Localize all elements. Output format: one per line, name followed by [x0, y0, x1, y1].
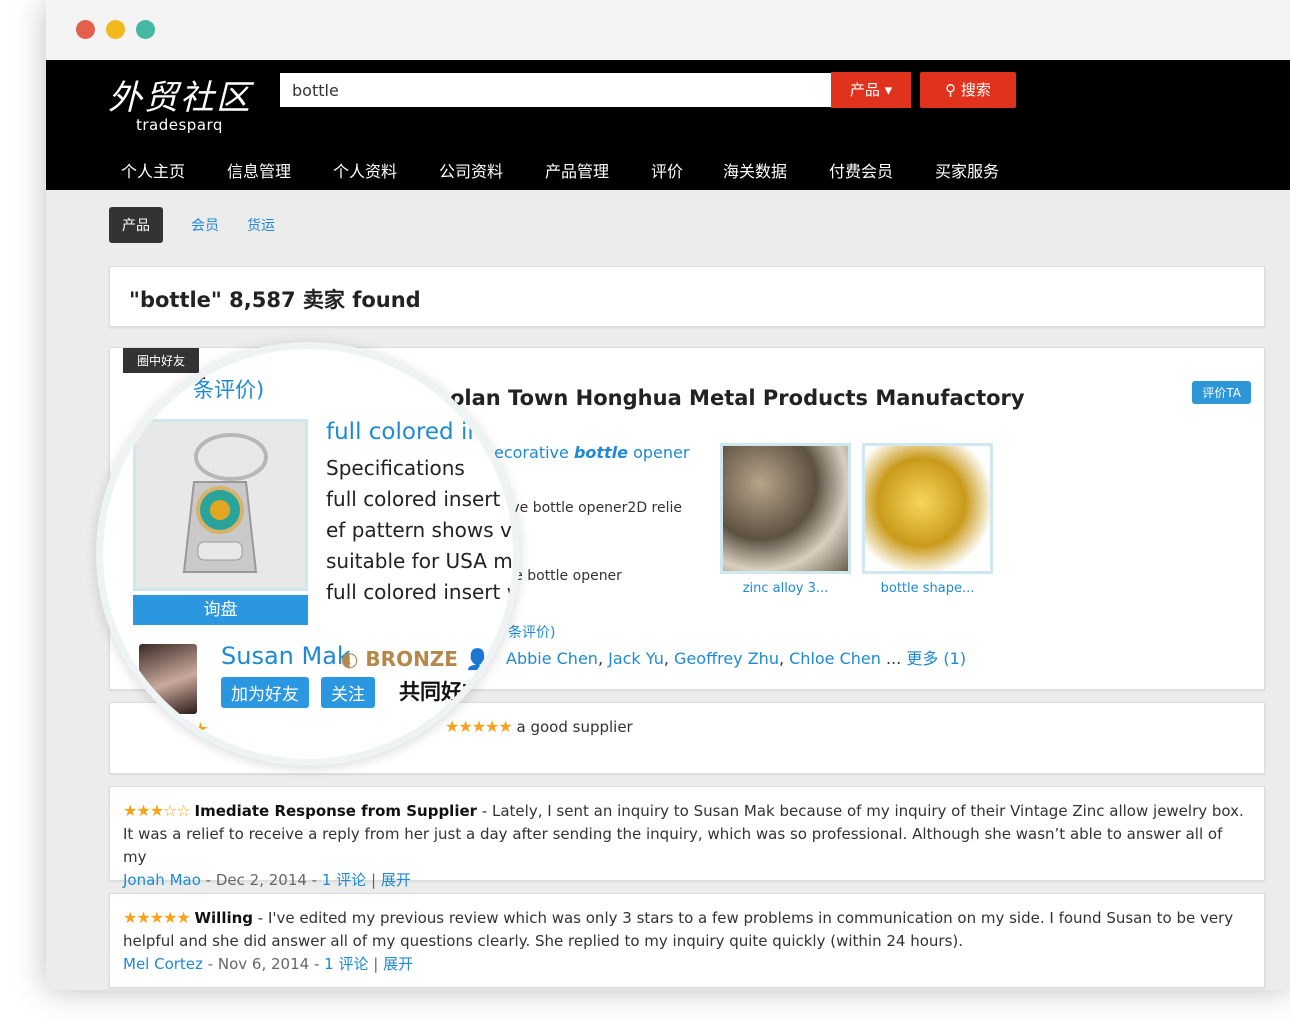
nav-item[interactable]: 产品管理 — [545, 158, 651, 182]
search-input[interactable] — [280, 73, 831, 107]
review-author[interactable]: Mel Cortez — [123, 955, 203, 973]
membership-label: BRONZE — [365, 647, 458, 671]
description-line: tive bottle opener2D relie — [502, 500, 683, 516]
tab-members[interactable]: 会员 — [191, 215, 219, 235]
seller-name[interactable]: Susan Mak — [221, 642, 351, 670]
result-count-title: "bottle" 8,587 卖家 found — [109, 266, 1265, 327]
nav-item[interactable]: 付费会员 — [829, 158, 935, 182]
logo-chinese: 外贸社区 — [108, 78, 252, 118]
maximize-window-icon[interactable] — [136, 20, 155, 39]
search-button-label: 搜索 — [960, 81, 991, 99]
logo-english: tradesparq — [136, 116, 223, 134]
rate-button[interactable]: 评价TA — [1192, 381, 1251, 404]
review-date: - Dec 2, 2014 - — [205, 871, 318, 889]
rating-stars: ★★★★★ — [128, 719, 209, 740]
minimize-window-icon[interactable] — [106, 20, 125, 39]
common-friends-list: Abbie Chen, Jack Yu, Geoffrey Zhu, Chloe… — [506, 649, 967, 668]
review-comments-link[interactable]: 1 评论 — [322, 871, 366, 889]
review-card: ★★★★★ Willing - I've edited my previous … — [109, 893, 1265, 988]
review-count[interactable]: 条评价) — [193, 374, 264, 404]
thumbnail-caption[interactable]: zinc alloy 3... — [720, 581, 851, 596]
window-chrome — [46, 0, 1290, 60]
magnifier-lens: 圈中好友 条评价) 询盘 full colored ins Specificat… — [96, 342, 520, 766]
product-link-suffix: opener — [628, 443, 690, 462]
more-friends-link[interactable]: 更多 (1) — [906, 649, 966, 668]
review-date: - Nov 6, 2014 - — [207, 955, 320, 973]
add-friend-button[interactable]: 加为好友 — [221, 677, 309, 708]
friend-count: 👤 2 — [465, 647, 509, 671]
product-link[interactable]: ecorative bottle opener — [494, 443, 689, 462]
product-thumbnail[interactable] — [862, 443, 993, 574]
friend-link[interactable]: Geoffrey Zhu — [674, 649, 779, 668]
review-body: - I've edited my previous review which w… — [123, 909, 1234, 950]
review-card: ★★★☆☆ Imediate Response from Supplier - … — [109, 786, 1265, 889]
review-text: ★★★☆☆ Imediate Response from Supplier - … — [123, 801, 1244, 889]
spec-line: full colored insert wi — [326, 580, 520, 604]
thumbnail-caption[interactable]: bottle shape... — [862, 581, 993, 596]
nav-item[interactable]: 信息管理 — [227, 158, 333, 182]
review-text: ★★★★★ Willing - I've edited my previous … — [123, 908, 1234, 973]
spec-line: suitable for USA mar — [326, 549, 520, 573]
review-comments-link[interactable]: 1 评论 — [324, 955, 368, 973]
membership-level: ◐ BRONZE — [341, 647, 458, 671]
nav-item[interactable]: 个人主页 — [121, 158, 227, 182]
tab-shipping[interactable]: 货运 — [247, 215, 275, 235]
search-button[interactable]: ⚲ 搜索 — [920, 72, 1016, 108]
common-friends-label: 共同好友 — [399, 680, 483, 704]
follow-button[interactable]: 关注 — [321, 677, 375, 708]
friend-link[interactable]: Chloe Chen — [789, 649, 881, 668]
friend-link[interactable]: Abbie Chen — [506, 649, 598, 668]
company-name[interactable]: olan Town Honghua Metal Products Manufac… — [450, 386, 1025, 410]
expand-link[interactable]: 展开 — [381, 871, 411, 889]
product-image[interactable] — [133, 419, 308, 591]
review-count[interactable]: 条评价) — [508, 622, 555, 642]
friend-link[interactable]: Jack Yu — [608, 649, 664, 668]
spec-line: Specifications — [326, 456, 465, 480]
tab-products[interactable]: 产品 — [109, 207, 163, 243]
bronze-medal-icon: ◐ — [341, 647, 359, 671]
nav-item[interactable]: 个人资料 — [333, 158, 439, 182]
review-author[interactable]: Jonah Mao — [123, 871, 201, 889]
nav-item[interactable]: 海关数据 — [723, 158, 829, 182]
product-thumbnail[interactable] — [720, 443, 851, 574]
nav-item[interactable]: 公司资料 — [439, 158, 545, 182]
nav-item[interactable]: 评价 — [651, 158, 723, 182]
expand-link[interactable]: 展开 — [383, 955, 413, 973]
search-icon: ⚲ — [945, 81, 957, 99]
inquiry-button[interactable]: 询盘 — [133, 595, 308, 625]
bottle-opener-icon — [136, 422, 305, 588]
close-window-icon[interactable] — [76, 20, 95, 39]
spec-line: full colored insert w — [326, 487, 520, 511]
review-title: Imediate Response from Supplier — [194, 802, 478, 820]
description-line: ive bottle opener — [502, 568, 622, 584]
rating-stars: ★★★☆☆ — [123, 801, 191, 820]
rating-stars: ★★★★★ — [123, 908, 191, 927]
user-icon: 👤 — [465, 647, 490, 671]
review-body: a good supplier — [516, 718, 633, 736]
product-specs: Specifications full colored insert w ef … — [326, 453, 520, 608]
product-title-link[interactable]: full colored ins — [326, 419, 494, 445]
avatar[interactable] — [139, 644, 197, 714]
site-header: 外贸社区 tradesparq 产品 ▾ ⚲ 搜索 个人主页信息管理个人资料公司… — [46, 60, 1290, 190]
review-title: Willing — [194, 909, 254, 927]
main-nav: 个人主页 信息管理 个人资料 公司资料 产品管理 评价 海关数据 付费会员 买家服务 — [121, 158, 1041, 182]
nav-item[interactable]: 买家服务 — [935, 158, 1041, 182]
result-tabs: 产品 会员 货运 — [109, 207, 303, 243]
product-link-keyword: bottle — [573, 443, 629, 462]
site-logo[interactable]: 外贸社区 tradesparq — [108, 70, 258, 140]
category-dropdown[interactable]: 产品 ▾ — [831, 72, 911, 108]
product-description: tive bottle opener2D relie ive bottle op… — [502, 491, 682, 593]
friend-count-value: 2 — [496, 647, 509, 671]
spec-line: ef pattern shows vivi — [326, 518, 520, 542]
